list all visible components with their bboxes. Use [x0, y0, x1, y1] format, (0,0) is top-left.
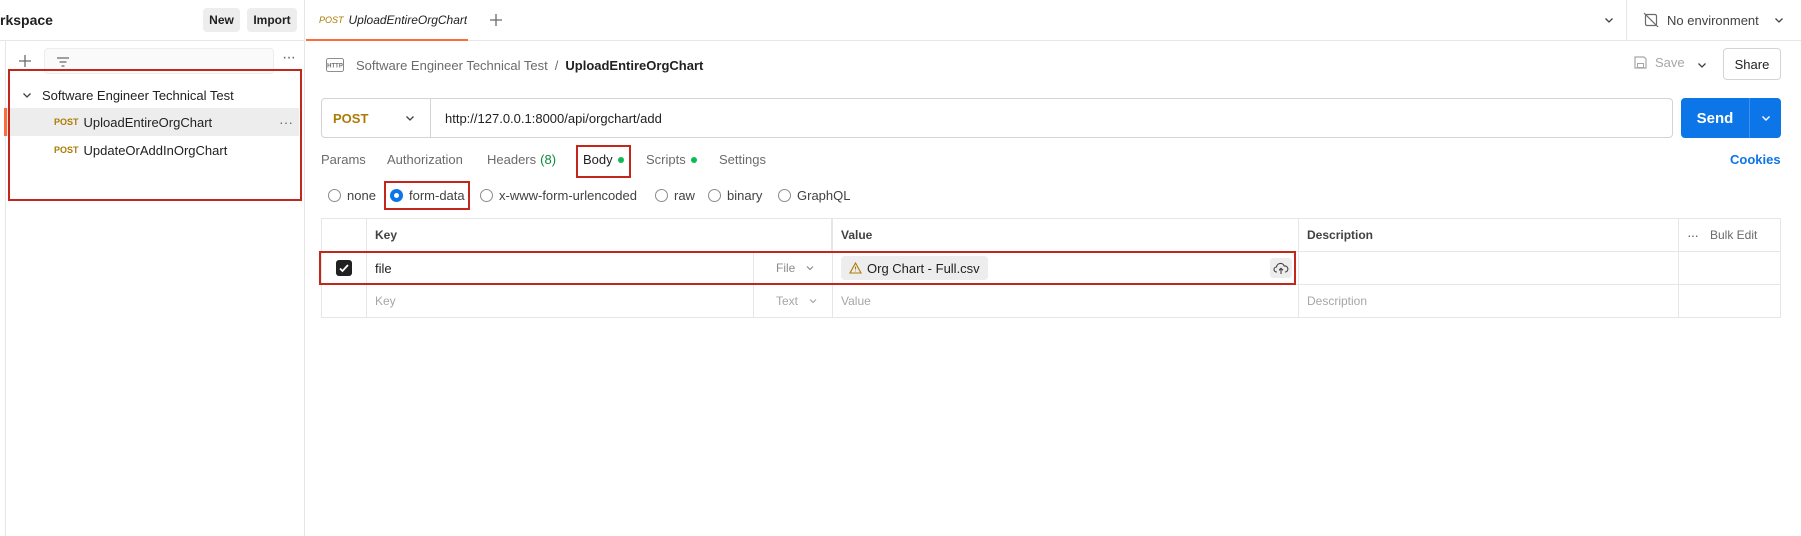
radio-button[interactable] [708, 189, 721, 202]
radio-graphql[interactable]: GraphQL [778, 188, 850, 203]
tab-scripts[interactable]: Scripts [646, 152, 697, 167]
breadcrumb-request[interactable]: UploadEntireOrgChart [565, 58, 703, 73]
radio-button[interactable] [480, 189, 493, 202]
tab-scripts-label: Scripts [646, 152, 686, 167]
tab-bar: POST UploadEntireOrgChart No environment [306, 0, 1801, 41]
column-header-description: Description [1299, 219, 1679, 251]
row-spacer [1679, 252, 1781, 284]
radio-label: raw [674, 188, 695, 203]
no-environment-icon [1643, 12, 1659, 28]
new-button[interactable]: New [203, 8, 240, 32]
bulk-edit-button[interactable]: ··· Bulk Edit [1679, 219, 1781, 251]
save-button[interactable]: Save [1633, 55, 1685, 70]
workspace-header: rkspace New Import [0, 0, 305, 41]
table-row-empty: Key Text Value Description [322, 285, 1780, 317]
chevron-down-icon[interactable] [1696, 59, 1708, 71]
highlight-box-file-row [319, 251, 1296, 285]
column-header-label: Key [375, 228, 398, 242]
chevron-down-icon[interactable] [1760, 112, 1772, 124]
environment-selector[interactable]: No environment [1667, 13, 1759, 28]
plus-icon[interactable] [488, 12, 504, 28]
column-header-label: Description [1307, 228, 1374, 242]
table-header-row: Key Value Description ··· Bulk Edit [322, 219, 1780, 252]
method-select[interactable]: POST [322, 99, 431, 137]
tab-title: UploadEntireOrgChart [348, 12, 468, 27]
row-spacer [1679, 285, 1781, 317]
divider [1749, 98, 1750, 138]
radio-none[interactable]: none [328, 188, 376, 203]
table-header-check [322, 219, 367, 251]
key-input[interactable]: Key [367, 285, 754, 317]
type-select[interactable]: Text [768, 285, 830, 317]
tab-authorization[interactable]: Authorization [387, 152, 463, 167]
row-checkbox-cell [322, 285, 367, 317]
method-badge: POST [319, 14, 344, 25]
description-input[interactable] [1299, 252, 1679, 284]
value-placeholder: Value [841, 294, 871, 308]
status-dot [690, 156, 697, 163]
chevron-down-icon[interactable] [1773, 14, 1785, 26]
column-header-value: Value [832, 219, 1299, 251]
chevron-down-icon[interactable] [1603, 14, 1615, 26]
save-label: Save [1655, 55, 1685, 70]
radio-urlencoded[interactable]: x-www-form-urlencoded [480, 188, 637, 203]
description-input[interactable]: Description [1299, 285, 1679, 317]
divider [1626, 0, 1627, 41]
radio-button[interactable] [328, 189, 341, 202]
value-input[interactable]: Value [832, 285, 1299, 317]
radio-button[interactable] [655, 189, 668, 202]
more-options-icon[interactable]: ··· [1687, 227, 1699, 243]
send-label: Send [1696, 109, 1734, 127]
highlight-box-form-data [384, 181, 470, 210]
tab-params[interactable]: Params [321, 152, 366, 167]
tab-headers-label: Headers [487, 152, 537, 167]
description-placeholder: Description [1307, 294, 1368, 308]
headers-count: (8) [540, 152, 557, 167]
tab-settings[interactable]: Settings [719, 152, 766, 167]
breadcrumb: HTTP Software Engineer Technical Test / … [326, 55, 703, 75]
more-options-icon[interactable]: ··· [282, 50, 298, 69]
svg-text:HTTP: HTTP [327, 64, 343, 70]
bulk-edit-label: Bulk Edit [1710, 228, 1758, 242]
column-header-key: Key [367, 219, 832, 251]
highlight-box-collection [8, 69, 302, 201]
radio-label: none [347, 188, 376, 203]
highlight-box-body-tab [576, 145, 631, 178]
chevron-down-icon [809, 299, 817, 304]
radio-binary[interactable]: binary [708, 188, 762, 203]
breadcrumb-collection[interactable]: Software Engineer Technical Test [356, 58, 548, 73]
share-button[interactable]: Share [1723, 48, 1781, 80]
radio-raw[interactable]: raw [655, 188, 695, 203]
save-icon [1634, 56, 1647, 69]
key-placeholder: Key [375, 294, 396, 308]
chevron-down-icon [406, 116, 414, 121]
plus-icon[interactable] [17, 53, 33, 69]
url-bar: POST [321, 98, 1673, 138]
import-button[interactable]: Import [247, 8, 297, 32]
radio-label: x-www-form-urlencoded [499, 188, 637, 203]
workspace-title[interactable]: rkspace [0, 12, 53, 28]
type-label: Text [776, 294, 799, 308]
cookies-link[interactable]: Cookies [1730, 152, 1781, 167]
tab-headers[interactable]: Headers (8) [487, 152, 556, 167]
radio-button[interactable] [778, 189, 791, 202]
method-select-label: POST [333, 110, 369, 126]
radio-label: GraphQL [797, 188, 851, 203]
request-tab[interactable]: POST UploadEntireOrgChart [306, 0, 468, 41]
filter-icon [57, 57, 69, 67]
http-icon: HTTP [326, 58, 344, 72]
radio-label: binary [727, 188, 763, 203]
breadcrumb-separator: / [554, 57, 559, 73]
url-input[interactable] [445, 110, 1645, 126]
column-header-label: Value [841, 228, 873, 242]
send-button[interactable]: Send [1681, 98, 1781, 138]
